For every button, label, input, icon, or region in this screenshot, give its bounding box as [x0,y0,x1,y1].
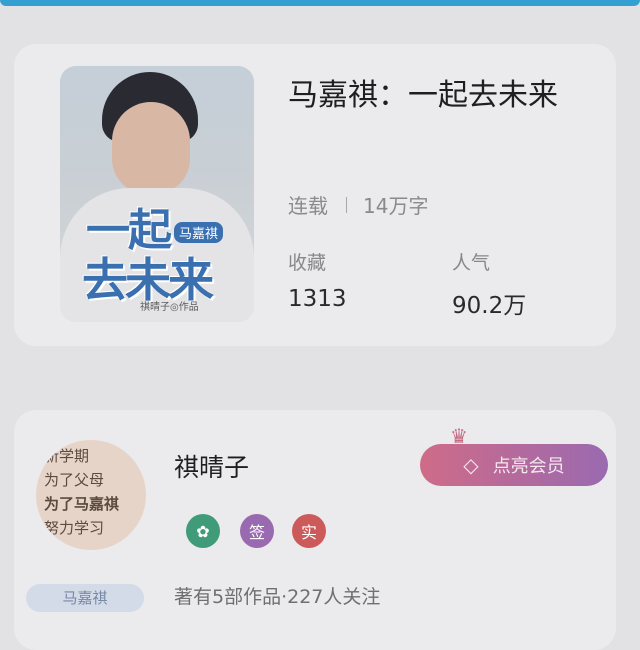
cover-author: 祺晴子◎作品 [140,302,199,313]
signed-icon: 签 [240,514,274,548]
realname-badge-text: 实 [300,523,317,542]
avatar-badge: 马嘉祺 [26,584,144,612]
book-meta: 连载 14万字 [288,190,428,219]
avatar-text-line: 努力学习 [44,519,105,537]
realname-icon: 实 [292,514,326,548]
author-info-card[interactable]: 新学期 为了父母 为了马嘉祺 努力学习 马嘉祺 祺晴子 ♛ ◇ 点亮会员 ✿ 签… [14,410,616,650]
verified-icon: ✿ [186,514,220,548]
avatar-text-line: 新学期 [44,447,90,465]
top-accent-bar [0,0,640,6]
avatar-text-line: 为了马嘉祺 [44,495,120,513]
diamond-icon: ◇ [463,453,479,477]
meta-divider [346,196,347,213]
popularity-label: 人气 [452,252,491,274]
signed-badge-text: 签 [248,523,265,542]
book-title: 马嘉祺：一起去未来 [288,78,558,113]
popularity-value: 90.2万 [452,293,527,319]
author-avatar[interactable]: 新学期 为了父母 为了马嘉祺 努力学习 [36,440,146,550]
cover-tag: 马嘉祺 [174,222,224,243]
avatar-text-line: 为了父母 [44,471,105,489]
author-name[interactable]: 祺晴子 [174,448,249,484]
author-works-follow: 著有5部作品·227人关注 [174,586,381,608]
book-info-card[interactable]: 一起 去未来 马嘉祺 祺晴子◎作品 马嘉祺：一起去未来 连载 14万字 收藏 1… [14,44,616,346]
member-button[interactable]: ◇ 点亮会员 [420,444,608,486]
book-word-count: 14万字 [363,194,429,218]
cover-face [112,102,190,194]
member-button-label: 点亮会员 [492,456,565,477]
book-cover-image[interactable]: 一起 去未来 马嘉祺 祺晴子◎作品 [60,66,254,322]
favorites-label: 收藏 [288,252,327,274]
favorites-value: 1313 [288,286,347,312]
book-status: 连载 [288,194,328,218]
